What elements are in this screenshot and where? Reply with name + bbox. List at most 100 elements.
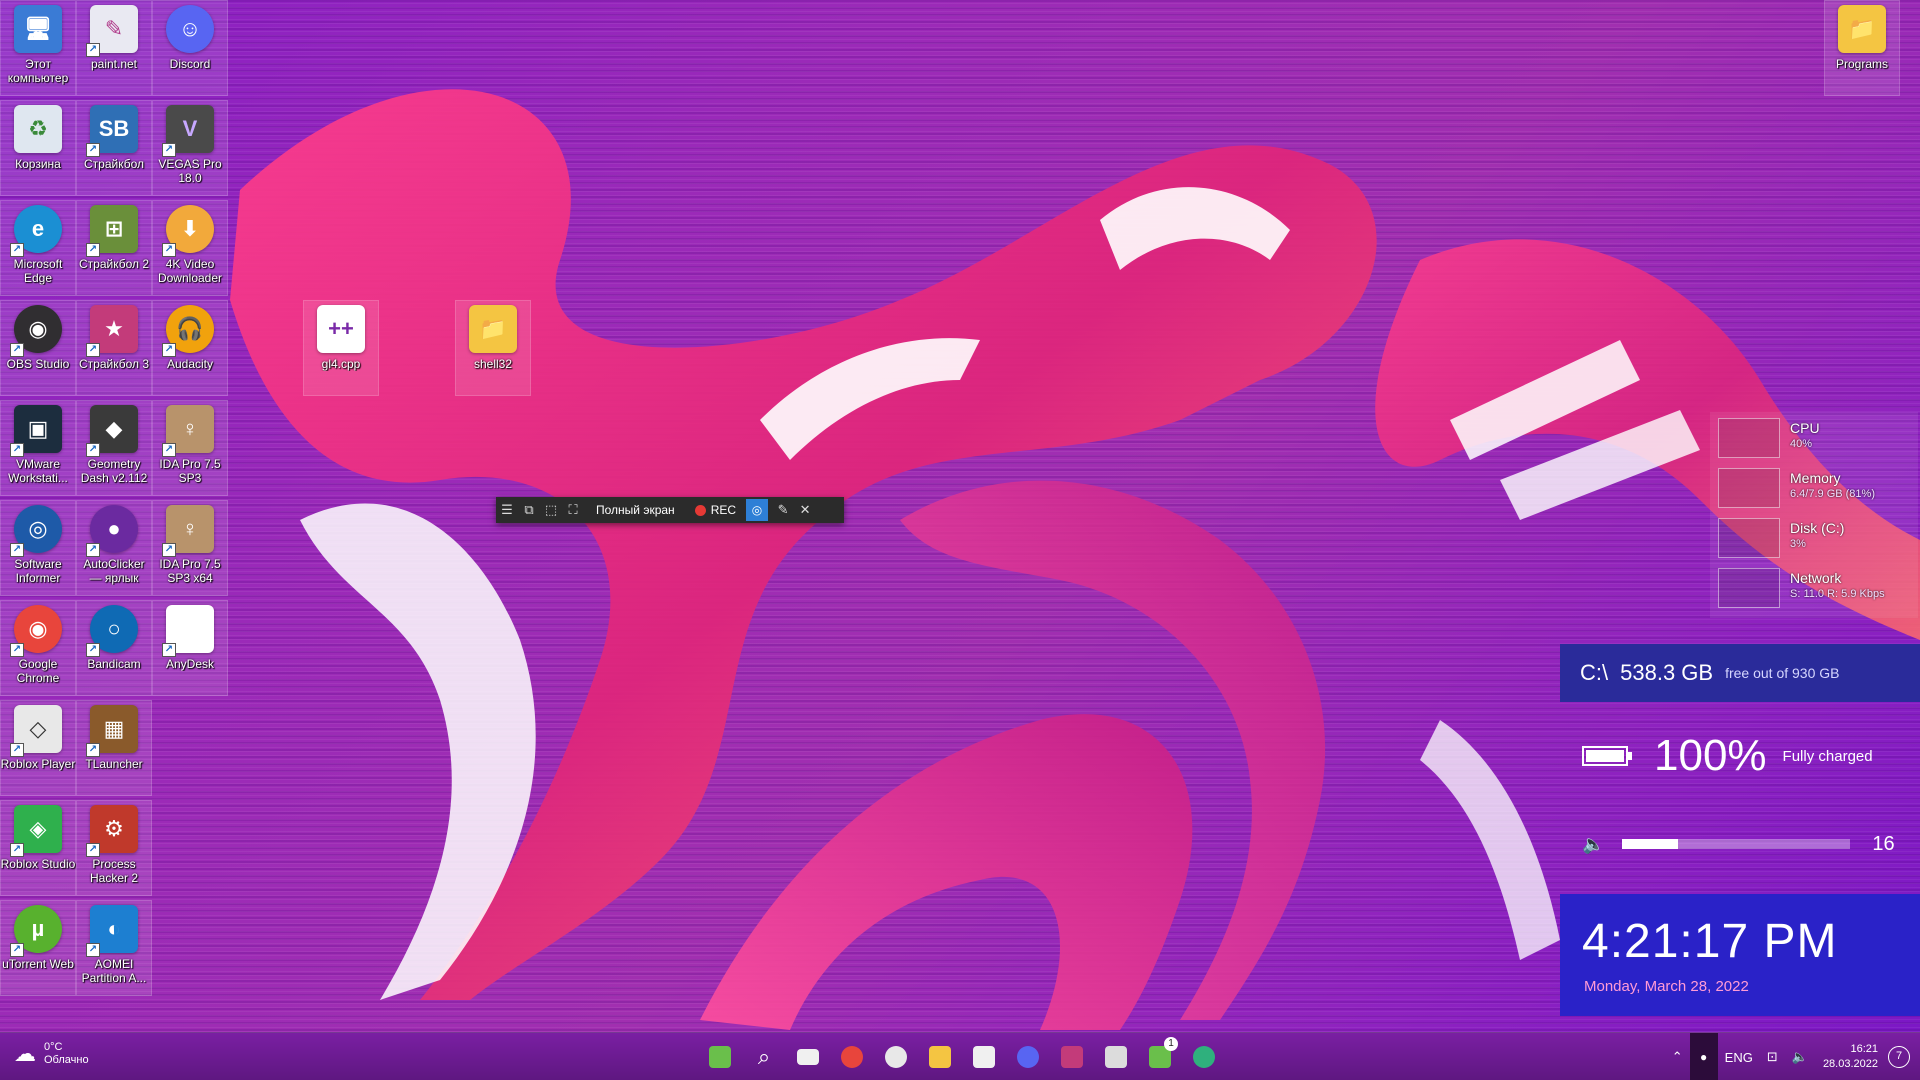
widgets-icon[interactable] xyxy=(702,1039,738,1075)
volume-slider-fill xyxy=(1622,839,1679,849)
battery-status: Fully charged xyxy=(1782,747,1873,765)
icon-label: Этот компьютер xyxy=(7,57,69,85)
desktop-icon-gl4-cpp[interactable]: ++ gl4.cpp xyxy=(303,300,379,396)
visual-studio-icon[interactable] xyxy=(1054,1039,1090,1075)
notepad-icon[interactable]: 1 xyxy=(1142,1037,1178,1075)
icon-label: Страйкбол xyxy=(83,157,144,171)
volume-icon[interactable]: 🔈 xyxy=(1792,1049,1808,1065)
desktop-icon-software-informer[interactable]: ◎ ↗ Software Informer xyxy=(0,500,76,596)
capture-mode-label[interactable]: Полный экран xyxy=(584,503,689,517)
chevron-up-icon[interactable]: ⌃ xyxy=(1672,1049,1683,1065)
icon-label: TLauncher xyxy=(85,757,143,771)
notification-center-icon[interactable]: 7 xyxy=(1888,1046,1910,1068)
desktop-icon-strikeball-3[interactable]: ★ ↗ Страйкбол 3 xyxy=(76,300,152,396)
discord-icon[interactable] xyxy=(1010,1039,1046,1075)
desktop-icon-strikeball-2[interactable]: ⊞ ↗ Страйкбол 2 xyxy=(76,200,152,296)
store-icon[interactable] xyxy=(966,1039,1002,1075)
icon-label: gl4.cpp xyxy=(321,357,361,371)
desktop-icon-geometry-dash[interactable]: ◆ ↗ Geometry Dash v2.112 xyxy=(76,400,152,496)
taskbar: ☁ 0°C Облачно ⌕ 1 ⌃ ● ENG ⊡ 🔈 16:21 28.0… xyxy=(0,1032,1920,1080)
desktop-icon-audacity[interactable]: 🎧 ↗ Audacity xyxy=(152,300,228,396)
desktop-icon-chrome[interactable]: ◉ ↗ Google Chrome xyxy=(0,600,76,696)
desktop-icon-shell32[interactable]: 📁 shell32 xyxy=(455,300,531,396)
process-hacker-icon: ⚙ ↗ xyxy=(86,805,138,857)
pencil-icon[interactable]: ✎ xyxy=(772,497,794,523)
desktop-icon-discord[interactable]: ☺ Discord xyxy=(152,0,228,96)
system-monitor-gadget: CPU 40% Memory 6.4/7.9 GB (81%) Disk (C:… xyxy=(1710,412,1918,618)
desktop-icon-programs[interactable]: 📁 Programs xyxy=(1824,0,1900,96)
icon-label: Страйкбол 2 xyxy=(78,257,150,271)
desktop-icon-anydesk[interactable]: ↗ AnyDesk xyxy=(152,600,228,696)
sysmon-row-cpu: CPU 40% xyxy=(1710,416,1918,460)
icon-label: Корзина xyxy=(15,157,61,171)
sysmon-row-memory: Memory 6.4/7.9 GB (81%) xyxy=(1710,466,1918,510)
icon-label: Audacity xyxy=(166,357,214,371)
icon-label: IDA Pro 7.5 SP3 x64 xyxy=(159,557,221,585)
icon-label: Geometry Dash v2.112 xyxy=(80,457,148,485)
desktop-icon-ida-pro[interactable]: ♀ ↗ IDA Pro 7.5 SP3 xyxy=(152,400,228,496)
file-explorer-icon[interactable] xyxy=(922,1039,958,1075)
vmware-icon: ▣ ↗ xyxy=(10,405,62,457)
desktop-icon-vegas[interactable]: V ↗ VEGAS Pro 18.0 xyxy=(152,100,228,196)
weather-condition: Облачно xyxy=(44,1054,89,1066)
menu-icon[interactable]: ☰ xyxy=(496,497,518,523)
sysmon-row-network: Network S: 11.0 R: 5.9 Kbps xyxy=(1710,566,1918,610)
chrome-icon[interactable] xyxy=(878,1039,914,1075)
ida-icon: ♀ ↗ xyxy=(162,405,214,457)
wallpaper xyxy=(230,89,1920,1030)
icon-label: paint.net xyxy=(90,57,138,71)
drive-letter: C:\ xyxy=(1580,660,1609,685)
audacity-icon: 🎧 ↗ xyxy=(162,305,214,357)
network-icon[interactable]: ⊡ xyxy=(1767,1049,1778,1065)
strikeball2-icon: ⊞ ↗ xyxy=(86,205,138,257)
language-indicator[interactable]: ENG xyxy=(1725,1050,1753,1065)
desktop-icon-paintnet[interactable]: ✎ ↗ paint.net xyxy=(76,0,152,96)
task-view-icon[interactable] xyxy=(790,1039,826,1075)
disk-space-gadget: C:\ 538.3 GB free out of 930 GB xyxy=(1560,644,1920,702)
folder-icon: 📁 xyxy=(469,305,517,353)
region-select-icon[interactable]: ⬚ xyxy=(540,497,562,523)
recycle-bin-icon: ♻ xyxy=(14,105,62,153)
tray-app-icon[interactable]: ● xyxy=(1689,1033,1718,1080)
desktop-icon-edge[interactable]: e ↗ Microsoft Edge xyxy=(0,200,76,296)
desktop-icon-autoclicker[interactable]: ● ↗ AutoClicker — ярлык xyxy=(76,500,152,596)
camera-icon[interactable] xyxy=(834,1039,870,1075)
settings-icon[interactable] xyxy=(1186,1039,1222,1075)
record-button[interactable]: REC xyxy=(689,503,742,517)
tray-clock[interactable]: 16:21 28.03.2022 xyxy=(1823,1042,1878,1072)
desktop-icon-roblox-player[interactable]: ◇ ↗ Roblox Player xyxy=(0,700,76,796)
icon-label: AnyDesk xyxy=(165,657,215,671)
desktop-icon-ida-pro-x64[interactable]: ♀ ↗ IDA Pro 7.5 SP3 x64 xyxy=(152,500,228,596)
tlauncher-icon: ▦ ↗ xyxy=(86,705,138,757)
icon-label: uTorrent Web xyxy=(2,957,74,971)
desktop-icon-4k-downloader[interactable]: ⬇ ↗ 4K Video Downloader xyxy=(152,200,228,296)
search-icon[interactable]: ⌕ xyxy=(746,1039,782,1075)
desktop-icon-process-hacker[interactable]: ⚙ ↗ Process Hacker 2 xyxy=(76,800,152,896)
volume-slider[interactable] xyxy=(1622,839,1851,849)
desktop-icon-vmware[interactable]: ▣ ↗ VMware Workstati... xyxy=(0,400,76,496)
desktop-icon-strikeball[interactable]: SB ↗ Страйкбол xyxy=(76,100,152,196)
desktop-icon-roblox-studio[interactable]: ◈ ↗ Roblox Studio xyxy=(0,800,76,896)
icon-label: AOMEI Partition A... xyxy=(81,957,147,985)
fullscreen-icon[interactable]: ⛶ xyxy=(562,497,584,523)
icon-label: 4K Video Downloader xyxy=(157,257,223,285)
icon-label: Process Hacker 2 xyxy=(89,857,139,885)
desktop-icon-utorrent[interactable]: µ ↗ uTorrent Web xyxy=(0,900,76,996)
window-mode-icon[interactable]: ⧉ xyxy=(518,497,540,523)
desktop-icon-recycle-bin[interactable]: ♻ Корзина xyxy=(0,100,76,196)
volume-gadget: 🔈 16 xyxy=(1560,828,1920,860)
weather-widget[interactable]: ☁ 0°C Облачно xyxy=(14,1041,89,1067)
close-icon[interactable]: ✕ xyxy=(794,497,816,523)
autoclicker-icon: ● ↗ xyxy=(86,505,138,557)
desktop-icon-tlauncher[interactable]: ▦ ↗ TLauncher xyxy=(76,700,152,796)
discord-icon: ☺ xyxy=(166,5,214,53)
desktop-icon-this-pc[interactable]: 🖥 Этот компьютер xyxy=(0,0,76,96)
icon-label: VMware Workstati... xyxy=(8,457,68,485)
desktop-icon-aomei[interactable]: ◐ ↗ AOMEI Partition A... xyxy=(76,900,152,996)
webcam-icon[interactable]: ◎ xyxy=(746,499,769,521)
terminal-icon[interactable] xyxy=(1098,1039,1134,1075)
desktop-icon-obs[interactable]: ◉ ↗ OBS Studio xyxy=(0,300,76,396)
cloud-icon: ☁ xyxy=(14,1041,36,1066)
speaker-icon[interactable]: 🔈 xyxy=(1582,834,1604,855)
desktop-icon-bandicam[interactable]: ○ ↗ Bandicam xyxy=(76,600,152,696)
